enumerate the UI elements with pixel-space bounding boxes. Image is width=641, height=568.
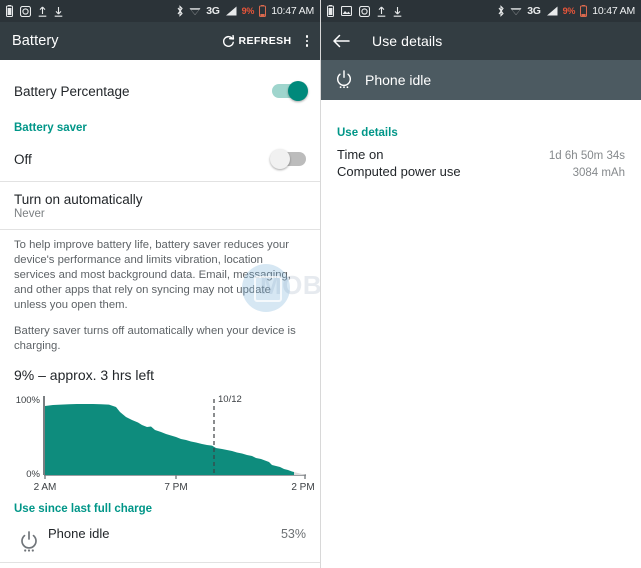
bluetooth-icon	[497, 5, 505, 17]
battery-saver-icon	[6, 5, 13, 17]
battery-percent-label: 9%	[562, 6, 576, 16]
turn-on-automatically-subtitle: Never	[14, 208, 45, 220]
row-turn-on-automatically[interactable]: Turn on automatically Never	[0, 182, 320, 229]
app-bar-right: Use details	[321, 22, 641, 60]
signal-bars-icon	[546, 6, 558, 16]
detail-key: Computed power use	[337, 164, 461, 179]
y-tick-0: 0%	[26, 469, 40, 480]
detail-key: Time on	[337, 147, 384, 162]
battery-saver-description: To help improve battery life, battery sa…	[0, 230, 320, 354]
use-details-subheader: Phone idle	[321, 60, 641, 100]
phone-idle-power-icon	[335, 70, 353, 90]
back-arrow-icon[interactable]	[333, 34, 350, 48]
detail-value: 1d 6h 50m 34s	[548, 150, 625, 162]
screenshot-icon	[341, 6, 352, 16]
list-item-header-row: Phone idle 53%	[48, 526, 306, 541]
battery-low-icon	[580, 5, 588, 17]
status-bar-right-icons: 3G 9% 10:47 AM	[176, 5, 314, 17]
wifi-off-icon	[510, 6, 522, 16]
status-bar-right: 3G 9% 10:47 AM	[321, 0, 641, 22]
battery-history-chart: 100% 0% 10/12 2 AM 7 PM 2 PM	[0, 387, 320, 492]
download-icon	[393, 6, 402, 17]
dual-screenshot-container: 3G 9% 10:47 AM Battery REFRESH Battery P…	[0, 0, 641, 568]
chart-area-path	[45, 404, 294, 475]
signal-bars-icon	[225, 6, 237, 16]
upload-icon	[377, 6, 386, 17]
network-type-label: 3G	[527, 5, 541, 17]
use-details-section-header: Use details	[337, 127, 398, 139]
clock-label: 10:47 AM	[592, 5, 635, 17]
download-icon	[54, 6, 63, 17]
top-gap	[0, 60, 320, 69]
list-item-percent: 53%	[280, 527, 306, 541]
network-type-label: 3G	[206, 5, 220, 17]
bluetooth-icon	[176, 5, 184, 17]
status-bar-left-icons	[327, 5, 402, 17]
battery-percent-label: 9%	[241, 6, 255, 16]
battery-settings-screen: 3G 9% 10:47 AM Battery REFRESH Battery P…	[0, 0, 321, 568]
description-paragraph-1: To help improve battery life, battery sa…	[14, 239, 291, 311]
x-tick-mid: 7 PM	[164, 482, 187, 492]
kebab-dot	[305, 39, 308, 43]
refresh-label: REFRESH	[238, 35, 292, 47]
status-bar-left-icons	[6, 5, 63, 17]
detail-row-computed-power-use: Computed power use 3084 mAh	[321, 163, 641, 180]
detail-value: 3084 mAh	[572, 167, 625, 179]
list-item[interactable]: Phone idle 53%	[0, 520, 320, 562]
description-paragraph-2: Battery saver turns off automatically wh…	[14, 325, 296, 352]
battery-saver-toggle[interactable]	[270, 149, 306, 169]
battery-percentage-label: Battery Percentage	[14, 83, 130, 99]
status-bar-left: 3G 9% 10:47 AM	[0, 0, 320, 22]
app-bar-left: Battery REFRESH	[0, 22, 320, 60]
detail-row-time-on: Time on 1d 6h 50m 34s	[321, 146, 641, 163]
y-tick-100: 100%	[16, 395, 41, 406]
use-details-screen: 3G 9% 10:47 AM Use details Phone idle Us…	[321, 0, 641, 568]
kebab-dot	[305, 35, 308, 38]
page-title: Use details	[372, 33, 443, 49]
page-title: Battery	[12, 33, 59, 49]
subheader-title: Phone idle	[365, 72, 432, 88]
camera-icon	[20, 5, 31, 17]
upload-icon	[38, 6, 47, 17]
list-item-label: Phone idle	[48, 526, 110, 541]
wifi-off-icon	[189, 6, 201, 16]
x-tick-end: 2 PM	[291, 482, 314, 492]
overflow-menu-button[interactable]	[305, 35, 308, 47]
use-since-last-charge-header: Use since last full charge	[14, 503, 153, 515]
toggle-knob	[270, 149, 290, 169]
clock-label: 10:47 AM	[271, 5, 314, 17]
list-item[interactable]: Screen 16%	[0, 563, 320, 568]
battery-saver-section-label: Battery saver	[14, 122, 87, 134]
status-bar-right-icons: 3G 9% 10:47 AM	[497, 5, 635, 17]
phone-idle-power-icon	[14, 526, 44, 553]
toggle-knob	[288, 81, 308, 101]
kebab-dot	[305, 44, 308, 47]
list-item-body: Phone idle 53%	[44, 526, 306, 541]
battery-saver-state-label: Off	[14, 151, 32, 167]
camera-icon	[359, 5, 370, 17]
row-battery-percentage[interactable]: Battery Percentage	[0, 69, 320, 113]
battery-percentage-toggle[interactable]	[272, 81, 308, 101]
x-tick-start: 2 AM	[34, 482, 57, 492]
battery-chart-svg: 100% 0% 10/12 2 AM 7 PM 2 PM	[16, 394, 314, 492]
row-battery-saver[interactable]: Off	[0, 137, 320, 181]
battery-estimate-title: 9% – approx. 3 hrs left	[14, 367, 155, 383]
refresh-icon	[222, 34, 235, 48]
battery-saver-icon	[327, 5, 334, 17]
battery-low-icon	[259, 5, 267, 17]
turn-on-automatically-title: Turn on automatically	[14, 192, 143, 207]
date-marker-label: 10/12	[218, 394, 242, 405]
refresh-button[interactable]: REFRESH	[222, 34, 292, 48]
